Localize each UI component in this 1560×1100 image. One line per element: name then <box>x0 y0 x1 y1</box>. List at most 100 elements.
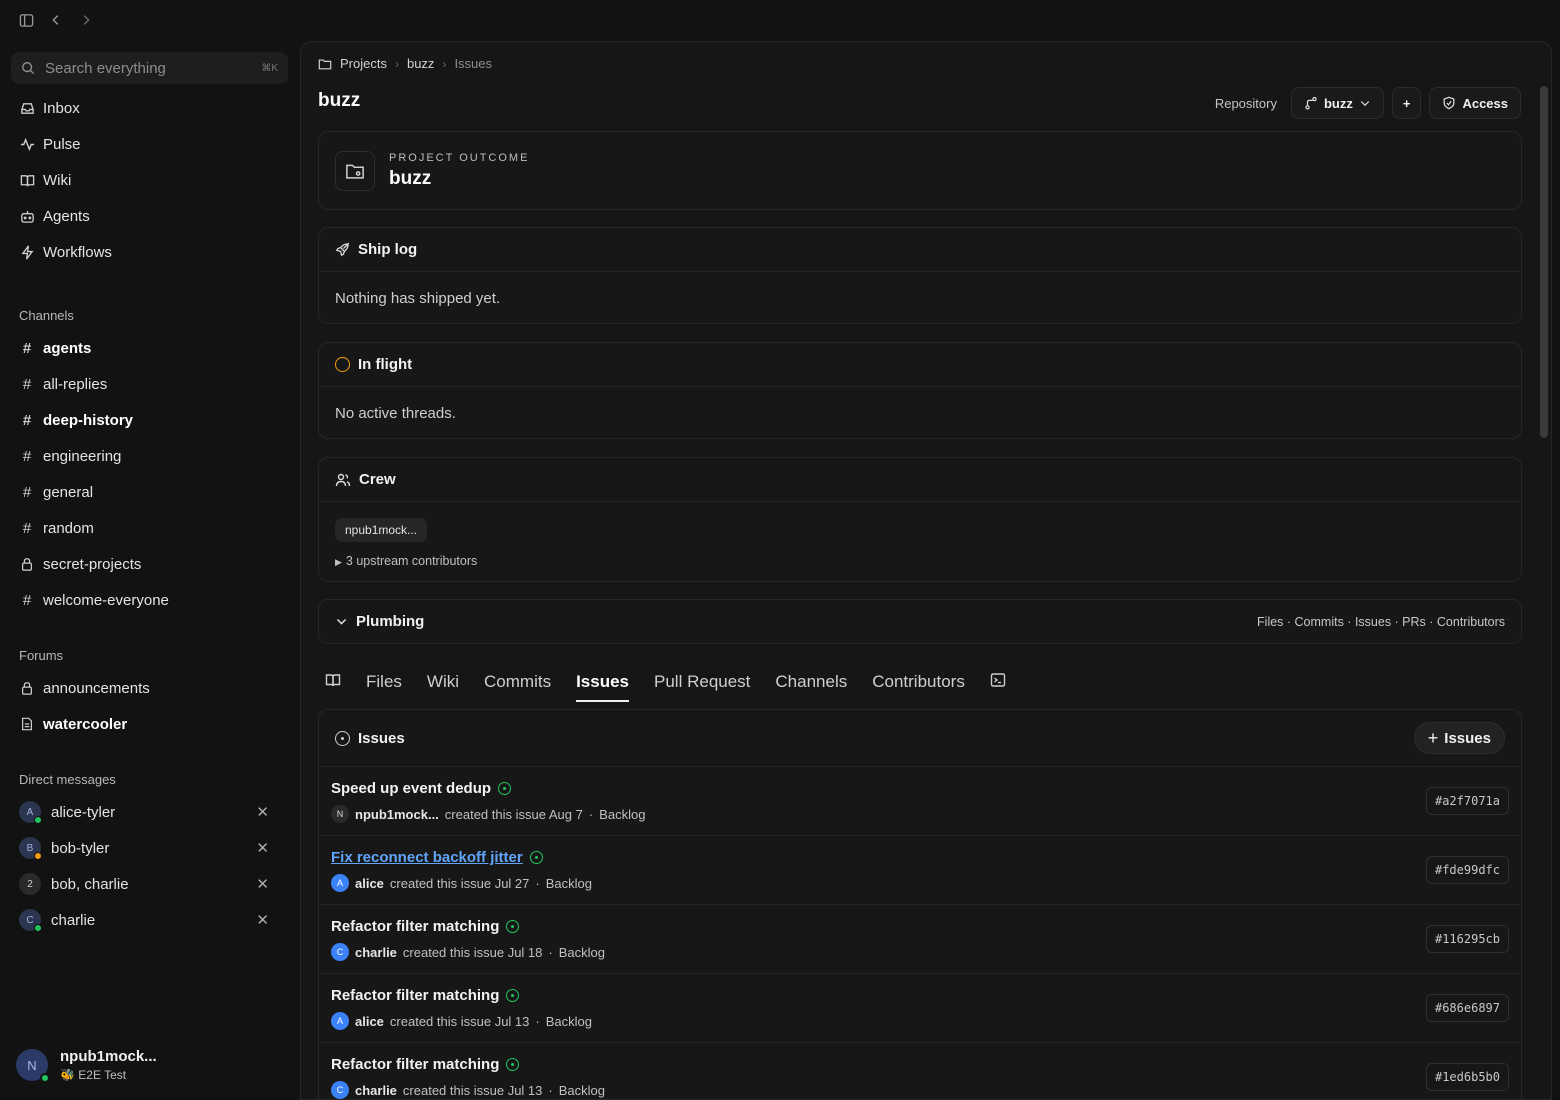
dot-separator: · <box>548 1082 553 1098</box>
add-issue-button[interactable]: + Issues <box>1413 722 1505 754</box>
tab-pull-request[interactable]: Pull Request <box>654 672 750 692</box>
plumbing-header[interactable]: Plumbing Files · Commits · Issues · PRs … <box>319 600 1521 643</box>
channel-item-all-replies[interactable]: # all-replies <box>19 372 107 396</box>
issue-created: created this issue Jul 18 <box>402 944 543 960</box>
issue-title[interactable]: Refactor filter matching <box>331 987 1509 1004</box>
issue-meta: C charlie created this issue Jul 13 · Ba… <box>331 1081 1509 1099</box>
hash-icon: # <box>22 519 32 537</box>
nav-item-agents[interactable]: Agents <box>19 204 90 228</box>
nav-item-inbox[interactable]: Inbox <box>19 96 80 120</box>
in-flight-card: In flight No active threads. <box>318 342 1522 439</box>
terminal-icon[interactable] <box>990 672 1006 693</box>
channel-item-random[interactable]: # random <box>19 516 94 540</box>
user-name: npub1mock... <box>60 1048 157 1065</box>
nav-item-pulse[interactable]: Pulse <box>19 132 81 156</box>
search-input[interactable]: Search everything ⌘K <box>11 52 288 84</box>
channel-item-welcome-everyone[interactable]: # welcome-everyone <box>19 588 169 612</box>
readme-book-icon[interactable] <box>325 672 341 693</box>
sidebar-toggle-icon[interactable] <box>18 12 34 28</box>
add-button[interactable]: + <box>1391 87 1422 119</box>
tab-contributors[interactable]: Contributors <box>872 672 965 692</box>
dm-item-alice-tyler[interactable]: A alice-tyler ✕ <box>19 800 269 824</box>
issue-row[interactable]: Fix reconnect backoff jitter A alice cre… <box>319 836 1521 905</box>
channel-item-secret-projects[interactable]: secret-projects <box>19 552 141 576</box>
ship-log-empty: Nothing has shipped yet. <box>335 290 501 307</box>
crew-member-chip[interactable]: npub1mock... <box>335 518 428 542</box>
issue-title[interactable]: Speed up event dedup <box>331 780 1509 797</box>
dot-separator: · <box>548 944 553 960</box>
issue-row[interactable]: Refactor filter matching A alice created… <box>319 974 1521 1043</box>
branch-select[interactable]: buzz <box>1290 87 1384 119</box>
status-dot <box>34 924 42 932</box>
issue-title[interactable]: Refactor filter matching <box>331 1056 1509 1073</box>
dm-item-bob-tyler[interactable]: B bob-tyler ✕ <box>19 836 269 860</box>
add-issue-label: Issues <box>1444 729 1491 747</box>
issue-title-text: Refactor filter matching <box>331 918 500 935</box>
plumbing-title: Plumbing <box>356 613 425 630</box>
status-dot <box>34 816 42 824</box>
issue-id[interactable]: #a2f7071a <box>1425 787 1509 815</box>
issue-meta: A alice created this issue Jul 13 · Back… <box>331 1012 1509 1030</box>
search-icon <box>22 62 35 75</box>
issue-id[interactable]: #686e6897 <box>1425 994 1509 1022</box>
forum-item-announcements[interactable]: announcements <box>19 676 150 700</box>
dm-item-bob-charlie[interactable]: 2 bob, charlie ✕ <box>19 872 269 896</box>
dm-label: bob, charlie <box>51 875 129 893</box>
ship-log-title: Ship log <box>358 241 418 258</box>
channel-label: general <box>43 483 94 501</box>
tab-channels[interactable]: Channels <box>775 672 847 692</box>
close-icon[interactable]: ✕ <box>256 875 269 893</box>
users-icon <box>335 473 351 486</box>
issue-author: charlie <box>355 1082 397 1098</box>
close-icon[interactable]: ✕ <box>256 839 269 857</box>
tab-commits[interactable]: Commits <box>484 672 551 692</box>
channel-item-general[interactable]: # general <box>19 480 93 504</box>
issues-card: Issues + Issues Speed up event dedup N np… <box>318 709 1522 1099</box>
lock-icon <box>19 557 35 571</box>
back-arrow-icon[interactable] <box>48 12 64 28</box>
issue-row[interactable]: Speed up event dedup N npub1mock... crea… <box>319 767 1521 836</box>
close-icon[interactable]: ✕ <box>256 911 269 929</box>
plumbing-card[interactable]: Plumbing Files · Commits · Issues · PRs … <box>318 599 1522 644</box>
issue-title-text: Refactor filter matching <box>331 987 500 1004</box>
tab-issues[interactable]: Issues <box>576 672 629 702</box>
access-button[interactable]: Access <box>1429 87 1521 119</box>
bolt-icon <box>19 245 35 260</box>
issue-id[interactable]: #1ed6b5b0 <box>1425 1063 1509 1091</box>
crew-body: npub1mock... ▶ 3 upstream contributors <box>319 502 1521 568</box>
channel-item-engineering[interactable]: # engineering <box>19 444 122 468</box>
channel-item-deep-history[interactable]: # deep-history <box>19 408 133 432</box>
issue-row[interactable]: Refactor filter matching C charlie creat… <box>319 905 1521 974</box>
plumbing-links[interactable]: Files · Commits · Issues · PRs · Contrib… <box>1257 615 1505 629</box>
close-icon[interactable]: ✕ <box>256 803 269 821</box>
crew-card: Crew npub1mock... ▶ 3 upstream contributo… <box>318 457 1522 582</box>
dm-item-charlie[interactable]: C charlie ✕ <box>19 908 269 932</box>
forum-item-watercooler[interactable]: watercooler <box>19 712 127 736</box>
issue-id[interactable]: #fde99dfc <box>1425 856 1509 884</box>
upstream-contributors-toggle[interactable]: ▶ 3 upstream contributors <box>335 554 1505 568</box>
triangle-right-icon: ▶ <box>335 557 342 567</box>
ship-log-card: Ship log Nothing has shipped yet. <box>318 227 1522 324</box>
tab-wiki[interactable]: Wiki <box>427 672 459 692</box>
channel-item-agents[interactable]: # agents <box>19 336 92 360</box>
issue-row[interactable]: Refactor filter matching C charlie creat… <box>319 1043 1521 1099</box>
issue-title[interactable]: Refactor filter matching <box>331 918 1509 935</box>
current-user[interactable]: N npub1mock... 🐝 E2E Test <box>16 1048 157 1083</box>
tab-files[interactable]: Files <box>366 672 402 692</box>
forward-arrow-icon[interactable] <box>78 12 94 28</box>
nav-item-wiki[interactable]: Wiki <box>19 168 71 192</box>
nav-label: Inbox <box>43 99 80 117</box>
issue-title[interactable]: Fix reconnect backoff jitter <box>331 849 1509 866</box>
status-dot <box>40 1073 50 1083</box>
breadcrumb-projects[interactable]: Projects <box>340 56 387 71</box>
avatar: C <box>19 909 42 932</box>
main-panel: Projects › buzz › Issues buzz Repository… <box>300 41 1552 1100</box>
hash-icon: # <box>22 483 32 501</box>
scrollbar[interactable] <box>1540 86 1548 438</box>
hash-icon: # <box>22 339 32 357</box>
nav-item-workflows[interactable]: Workflows <box>19 240 112 264</box>
issue-state: Backlog <box>545 1013 592 1029</box>
breadcrumb-buzz[interactable]: buzz <box>407 56 434 71</box>
issue-id[interactable]: #116295cb <box>1425 925 1509 953</box>
dm-label: charlie <box>51 911 96 929</box>
